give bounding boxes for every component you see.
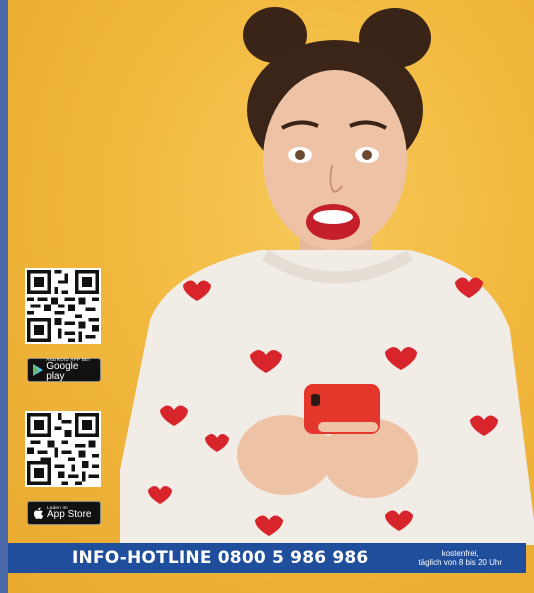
google-play-badge-label: Google play bbox=[46, 361, 79, 383]
hotline-note: kostenfrei, täglich von 8 bis 20 Uhr bbox=[418, 549, 502, 567]
google-play-badge[interactable]: ANDROID APP BEI Google play bbox=[27, 357, 101, 383]
qr-code-ios[interactable] bbox=[25, 411, 101, 487]
hotline-banner: INFO-HOTLINE 0800 5 986 986 kostenfrei, … bbox=[8, 543, 526, 573]
hotline-number[interactable]: INFO-HOTLINE 0800 5 986 986 bbox=[72, 548, 368, 568]
promo-page: ANDROID APP BEI Google play Laden im App… bbox=[0, 0, 534, 593]
qr-pattern-icon bbox=[27, 270, 99, 342]
app-store-badge[interactable]: Laden im App Store bbox=[27, 501, 101, 525]
hotline-note-line2: täglich von 8 bis 20 Uhr bbox=[418, 558, 502, 567]
play-triangle-icon bbox=[32, 363, 43, 377]
app-store-badge-label: App Store bbox=[47, 509, 92, 521]
qr-pattern-icon bbox=[27, 413, 99, 485]
left-accent-bar bbox=[0, 0, 8, 593]
apple-icon bbox=[32, 506, 44, 520]
qr-code-android[interactable] bbox=[25, 268, 101, 344]
hotline-note-line1: kostenfrei, bbox=[441, 548, 479, 558]
